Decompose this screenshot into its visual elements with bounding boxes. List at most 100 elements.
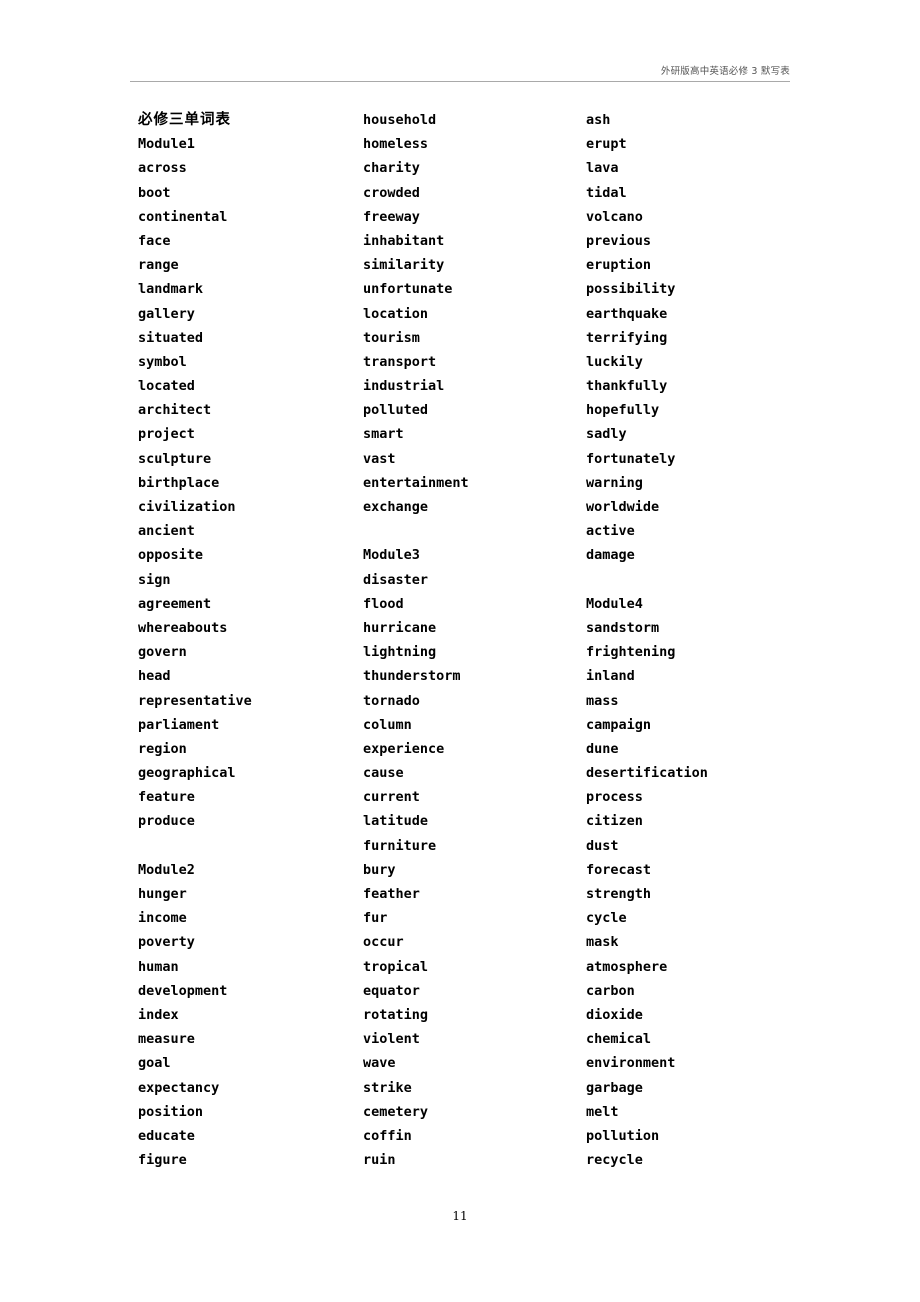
module-heading-4: Module4 xyxy=(586,595,643,612)
page-header: 外研版高中英语必修 3 默写表 xyxy=(130,60,790,82)
word-entry: earthquake xyxy=(586,305,668,322)
word-entry: hopefully xyxy=(586,402,660,419)
word-entry: crowded xyxy=(363,184,420,201)
word-entry: citizen xyxy=(586,813,643,830)
word-entry: tornado xyxy=(363,692,420,709)
word-entry: process xyxy=(586,789,643,806)
word-entry: strength xyxy=(586,886,652,902)
word-entry: freeway xyxy=(363,208,420,225)
word-entry: exchange xyxy=(363,499,429,515)
word-entry: income xyxy=(138,910,187,927)
page-number: 11 xyxy=(452,1209,468,1223)
word-entry: gallery xyxy=(138,305,195,322)
word-entry: sandstorm xyxy=(586,619,660,636)
word-entry: forecast xyxy=(586,861,652,878)
word-entry: dune xyxy=(586,740,619,757)
word-entry: boot xyxy=(138,184,171,201)
word-entry: poverty xyxy=(138,934,195,951)
word-entry: birthplace xyxy=(138,474,220,491)
running-head-text: 外研版高中英语必修 3 默写表 xyxy=(660,66,790,77)
word-column-2: household homeless charity crowded freeway in… xyxy=(363,108,583,1172)
word-entry: sculpture xyxy=(138,450,212,467)
word-entry: measure xyxy=(138,1031,195,1048)
word-entry: luckily xyxy=(586,353,643,370)
word-entry: cycle xyxy=(586,910,627,927)
word-entry: whereabouts xyxy=(138,619,228,636)
word-entry: head xyxy=(138,668,171,685)
word-entry: bury xyxy=(363,861,396,878)
module-heading-1: Module1 xyxy=(138,136,195,153)
word-entry: fur xyxy=(363,910,388,927)
word-entry: opposite xyxy=(138,547,204,564)
word-entry: flood xyxy=(363,595,404,612)
word-entry: entertainment xyxy=(363,474,469,491)
word-entry: frightening xyxy=(586,644,676,661)
word-entry: rotating xyxy=(363,1006,429,1023)
word-entry: strike xyxy=(363,1079,412,1096)
word-entry: charity xyxy=(363,160,420,177)
word-entry: project xyxy=(138,426,195,443)
word-entry: terrifying xyxy=(586,329,668,346)
word-entry: ancient xyxy=(138,523,195,540)
word-entry: agreement xyxy=(138,595,212,612)
word-entry: inhabitant xyxy=(363,232,445,249)
word-entry: human xyxy=(138,958,179,975)
word-entry: located xyxy=(138,378,195,395)
word-entry: dioxide xyxy=(586,1006,643,1023)
word-entry: experience xyxy=(363,740,445,757)
word-entry: warning xyxy=(586,474,643,491)
word-entry: current xyxy=(363,789,420,806)
word-entry: fortunately xyxy=(586,450,676,467)
word-entry: smart xyxy=(363,426,404,443)
word-entry: column xyxy=(363,716,412,733)
word-entry: feather xyxy=(363,886,420,902)
word-entry: possibility xyxy=(586,281,676,298)
word-entry: ash xyxy=(586,112,611,128)
word-entry: sadly xyxy=(586,426,627,443)
word-entry: wave xyxy=(363,1055,396,1072)
word-entry: continental xyxy=(138,208,228,225)
word-entry: location xyxy=(363,305,429,322)
word-entry: educate xyxy=(138,1127,195,1144)
word-entry: cause xyxy=(363,765,404,782)
word-entry: sign xyxy=(138,571,171,588)
word-entry: atmosphere xyxy=(586,958,668,975)
word-entry: govern xyxy=(138,644,187,661)
word-entry: carbon xyxy=(586,982,635,999)
word-entry: feature xyxy=(138,789,195,806)
word-entry: recycle xyxy=(586,1152,643,1169)
word-entry: thankfully xyxy=(586,378,668,395)
word-entry: active xyxy=(586,523,635,540)
module-heading-2: Module2 xyxy=(138,861,195,878)
word-entry: hunger xyxy=(138,886,187,902)
word-entry: previous xyxy=(586,232,652,249)
word-entry: industrial xyxy=(363,378,445,395)
word-entry: environment xyxy=(586,1055,676,1072)
word-entry: range xyxy=(138,257,179,274)
word-entry: melt xyxy=(586,1103,619,1120)
word-entry: hurricane xyxy=(363,619,437,636)
word-entry: produce xyxy=(138,813,195,830)
word-entry: tropical xyxy=(363,958,429,975)
word-column-1: 必修三单词表 Module1 across boot continental face ra… xyxy=(138,108,358,1172)
word-entry: pollution xyxy=(586,1127,660,1144)
word-entry: mask xyxy=(586,934,619,951)
page-footer: 11 xyxy=(0,1205,920,1224)
word-entry: index xyxy=(138,1006,179,1023)
word-entry: garbage xyxy=(586,1079,643,1096)
word-entry: region xyxy=(138,740,187,757)
word-entry: development xyxy=(138,982,228,999)
word-entry: campaign xyxy=(586,716,652,733)
word-entry: parliament xyxy=(138,716,220,733)
word-entry: chemical xyxy=(586,1031,652,1048)
word-entry: figure xyxy=(138,1152,187,1169)
word-entry: ruin xyxy=(363,1152,396,1169)
word-entry: civilization xyxy=(138,499,236,515)
word-entry: position xyxy=(138,1103,204,1120)
word-entry: face xyxy=(138,232,171,249)
word-entry: homeless xyxy=(363,136,429,153)
word-entry: latitude xyxy=(363,813,429,830)
word-entry: unfortunate xyxy=(363,281,453,298)
